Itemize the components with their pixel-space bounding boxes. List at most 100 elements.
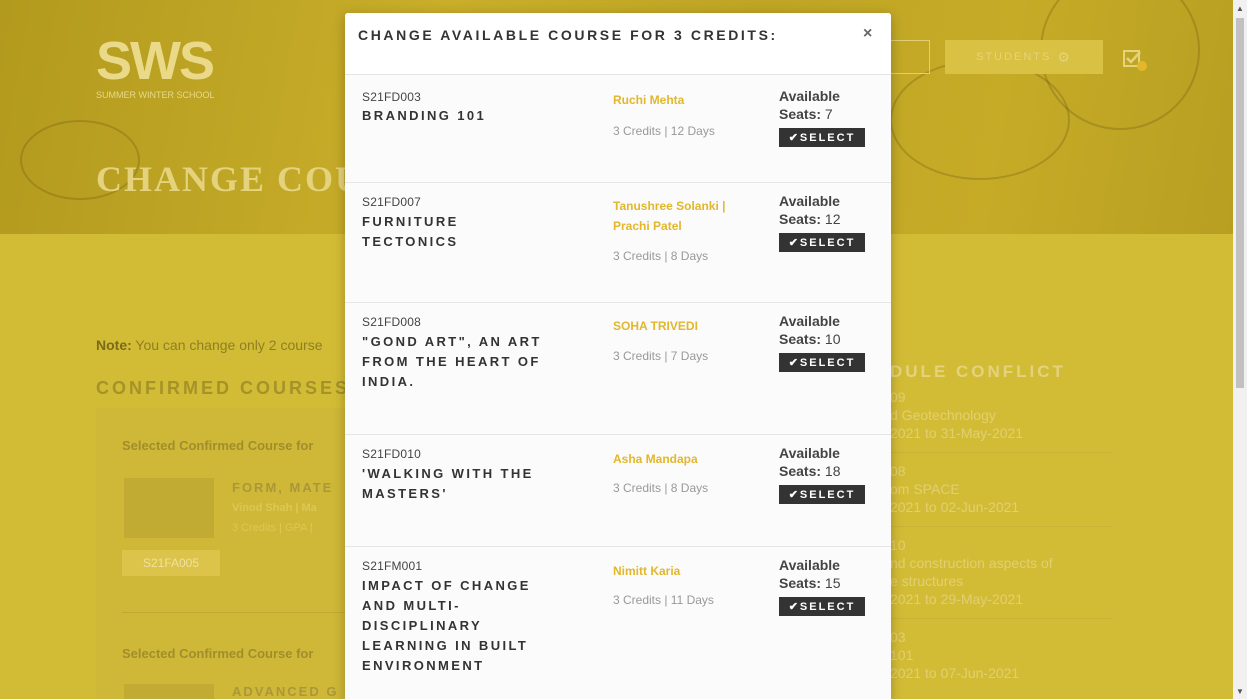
- conflict-code: 08: [890, 463, 906, 479]
- scroll-down-arrow-icon[interactable]: ▼: [1233, 683, 1247, 699]
- note-label: Note:: [96, 337, 132, 353]
- course-faculty: Nimitt Karia: [613, 564, 681, 578]
- course-meta: 3 Credits | 8 Days: [613, 481, 709, 495]
- conflict-dates: 2021 to 07-Jun-2021: [890, 665, 1020, 681]
- divider: [876, 452, 1113, 453]
- students-button-label: STUDENTS: [976, 51, 1052, 63]
- conflict-name: om SPACE: [890, 481, 960, 497]
- conflict-code: 10: [890, 537, 906, 553]
- scrollbar-thumb[interactable]: [1236, 18, 1244, 388]
- schedule-conflict-heading: DULE CONFLICT: [890, 362, 1066, 381]
- course-meta: 3 Credits | 7 Days: [613, 349, 709, 363]
- course-thumbnail: [124, 684, 214, 699]
- course-meta: 3 Credits | 12 Days: [613, 124, 715, 138]
- nav-button[interactable]: [890, 40, 930, 74]
- modal-header: CHANGE AVAILABLE COURSE FOR 3 CREDITS: ×: [345, 13, 891, 75]
- select-button[interactable]: ✔ SELECT: [779, 485, 865, 504]
- seats-value: 18: [821, 463, 841, 479]
- course-faculty: Ruchi Mehta: [613, 93, 685, 107]
- confirmed-course-title: ADVANCED G: [232, 684, 339, 699]
- conflict-item: 08 om SPACE 2021 to 02-Jun-2021: [890, 462, 1019, 516]
- course-list-item: S21FD003 BRANDING 101 Ruchi Mehta 3 Cred…: [345, 76, 891, 183]
- seats-label: Seats:: [779, 575, 822, 591]
- conflict-code: 03: [890, 629, 906, 645]
- course-title: "GOND ART", AN ART FROM THE HEART OF IND…: [362, 334, 542, 389]
- select-button-label: SELECT: [799, 236, 856, 249]
- seats-label: Seats:: [779, 331, 822, 347]
- checkmark-icon: ✔: [788, 601, 798, 613]
- course-list-item: S21FD007 FURNITURE TECTONICS Tanushree S…: [345, 183, 891, 303]
- course-meta: 3 Credits | 11 Days: [613, 593, 714, 607]
- course-meta: 3 Credits | 8 Days: [613, 249, 709, 263]
- seats-label: Seats:: [779, 463, 822, 479]
- conflict-item: 09 d Geotechnology 2021 to 31-May-2021: [890, 388, 1023, 442]
- available-label: Available: [779, 445, 840, 461]
- available-label: Available: [779, 557, 840, 573]
- course-code: S21FD003: [362, 90, 421, 104]
- confirmed-course-code-tag[interactable]: S21FA005: [122, 550, 220, 576]
- seats-label: Seats:: [779, 211, 822, 227]
- select-button[interactable]: ✔ SELECT: [779, 233, 865, 252]
- course-faculty: Tanushree Solanki | Prachi Patel: [613, 199, 726, 233]
- confirmed-course-meta: 3 Credits | GPA |: [232, 522, 313, 534]
- modal-title: CHANGE AVAILABLE COURSE FOR 3 CREDITS:: [358, 27, 778, 43]
- seats-value: 12: [821, 211, 841, 227]
- course-list-item: S21FM001 IMPACT OF CHANGE AND MULTI-DISC…: [345, 547, 891, 699]
- confirmed-courses-heading: CONFIRMED COURSES: [96, 378, 351, 398]
- conflict-code: 09: [890, 389, 906, 405]
- note-body: You can change only 2 course: [131, 337, 323, 353]
- banner-decoration: [890, 60, 1070, 180]
- course-code: S21FD007: [362, 195, 421, 209]
- checkmark-icon: ✔: [788, 489, 798, 501]
- seats-count: Seats: 12: [779, 211, 841, 228]
- select-button-label: SELECT: [799, 488, 856, 501]
- close-icon[interactable]: ×: [863, 25, 872, 43]
- seats-label: Seats:: [779, 106, 822, 122]
- note-text: Note: You can change only 2 course: [96, 337, 322, 353]
- page-scrollbar[interactable]: ▲ ▼: [1233, 0, 1247, 699]
- conflict-dates: 2021 to 29-May-2021: [890, 591, 1024, 607]
- conflict-name: d Geotechnology: [890, 407, 996, 423]
- conflict-item: 03 101 2021 to 07-Jun-2021: [890, 628, 1019, 682]
- select-button-label: SELECT: [799, 600, 856, 613]
- select-button[interactable]: ✔ SELECT: [779, 353, 865, 372]
- confirmed-course-title: FORM, MATE: [232, 480, 334, 495]
- seats-count: Seats: 18: [779, 463, 841, 480]
- conflict-dates: 2021 to 31-May-2021: [890, 425, 1024, 441]
- conflict-dates: 2021 to 02-Jun-2021: [890, 499, 1020, 515]
- course-list-item: S21FD008 "GOND ART", AN ART FROM THE HEA…: [345, 303, 891, 435]
- seats-count: Seats: 10: [779, 331, 841, 348]
- available-label: Available: [779, 193, 840, 209]
- confirmed-course-faculty: Vinod Shah | Ma: [232, 502, 317, 514]
- schedule-conflict-panel: 09 d Geotechnology 2021 to 31-May-2021 0…: [876, 388, 1113, 699]
- conflict-name: 101: [890, 647, 914, 663]
- course-code: S21FD008: [362, 315, 421, 329]
- course-faculty: Asha Mandapa: [613, 452, 698, 466]
- students-button[interactable]: STUDENTS ⚙: [945, 40, 1103, 74]
- select-button[interactable]: ✔ SELECT: [779, 597, 865, 616]
- selected-course-label: Selected Confirmed Course for: [122, 646, 314, 661]
- scroll-up-arrow-icon[interactable]: ▲: [1233, 0, 1247, 16]
- course-title: FURNITURE TECTONICS: [362, 214, 459, 249]
- divider: [876, 618, 1113, 619]
- course-thumbnail: [124, 478, 214, 538]
- select-button[interactable]: ✔ SELECT: [779, 128, 865, 147]
- divider: [122, 612, 352, 613]
- checkmark-icon: ✔: [788, 237, 798, 249]
- conflict-name: e structures: [890, 573, 964, 589]
- logo-subtitle: SUMMER WINTER SCHOOL: [96, 90, 215, 100]
- checklist-icon[interactable]: [1122, 46, 1148, 72]
- divider: [876, 526, 1113, 527]
- checkmark-icon: ✔: [788, 357, 798, 369]
- seats-value: 10: [821, 331, 841, 347]
- select-button-label: SELECT: [799, 131, 856, 144]
- course-list-item: S21FD010 'WALKING WITH THE MASTERS' Asha…: [345, 435, 891, 547]
- logo[interactable]: SWS: [96, 34, 215, 88]
- checkmark-icon: ✔: [788, 132, 798, 144]
- course-code: S21FM001: [362, 559, 423, 573]
- page-heading: CHANGE COU: [96, 159, 364, 199]
- course-title: BRANDING 101: [362, 108, 487, 123]
- select-button-label: SELECT: [799, 356, 856, 369]
- seats-value: 7: [821, 106, 833, 122]
- available-label: Available: [779, 313, 840, 329]
